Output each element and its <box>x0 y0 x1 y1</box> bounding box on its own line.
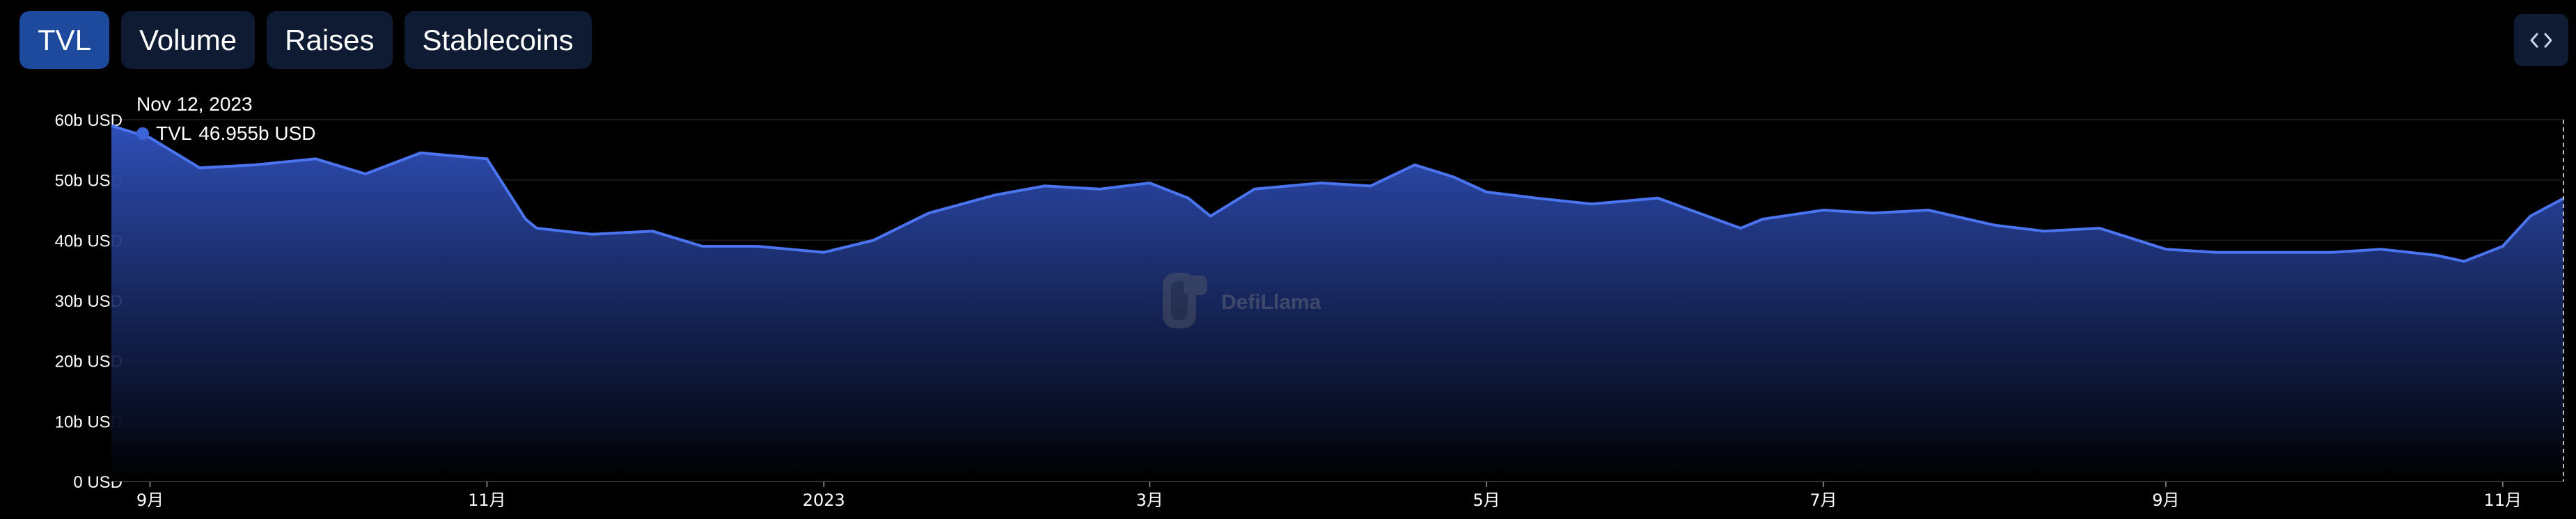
tvl-area-chart[interactable]: 0 USD10b USD20b USD30b USD40b USD50b USD… <box>0 0 2576 519</box>
x-tick-label: 3月 <box>1136 490 1163 510</box>
tooltip-series-label: TVL <box>156 122 192 144</box>
x-tick-label: 9月 <box>136 490 164 510</box>
x-tick-label: 7月 <box>1809 490 1837 510</box>
tooltip-value: 46.955b USD <box>198 122 316 144</box>
tooltip-row: TVL 46.955b USD <box>136 122 315 145</box>
x-tick-label: 9月 <box>2152 490 2179 510</box>
x-tick-label: 5月 <box>1473 490 1500 510</box>
tooltip-date: Nov 12, 2023 <box>136 93 253 115</box>
tvl-area-fill <box>111 125 2563 481</box>
x-tick-label: 11月 <box>2483 490 2522 510</box>
x-axis: 9月 11月 2023 3月 5月 7月 9月 11月 <box>136 481 2522 510</box>
x-tick-label: 11月 <box>468 490 506 510</box>
tooltip-series-dot <box>136 127 149 140</box>
watermark-text: DefiLlama <box>1221 291 1321 314</box>
x-tick-label: 2023 <box>803 490 845 510</box>
